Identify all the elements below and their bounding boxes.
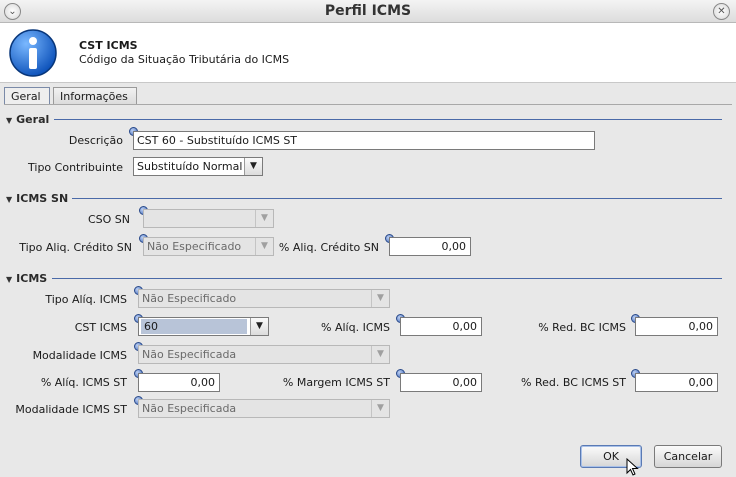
cst-icms-select[interactable]: 60 ▼ bbox=[138, 317, 269, 336]
window-title: Perfil ICMS bbox=[324, 3, 412, 19]
dropdown-arrow-icon[interactable]: ▼ bbox=[244, 158, 262, 175]
modalidade-icms-st-select[interactable]: Não Especificada ▼ bbox=[138, 399, 390, 418]
header-subtitle: Código da Situação Tributária do ICMS bbox=[79, 53, 290, 66]
title-bar: ⌄ Perfil ICMS ✕ bbox=[0, 0, 736, 23]
dropdown-arrow-icon[interactable]: ▼ bbox=[371, 400, 389, 417]
red-bc-icms-st-label: % Red. BC ICMS ST bbox=[521, 376, 626, 389]
section-icms-sn-title: ICMS SN bbox=[16, 192, 69, 205]
red-bc-icms-st-input[interactable]: 0,00 bbox=[635, 373, 718, 392]
dropdown-arrow-icon[interactable]: ▼ bbox=[371, 346, 389, 363]
margem-icms-st-input[interactable]: 0,00 bbox=[400, 373, 482, 392]
cancel-button[interactable]: Cancelar bbox=[654, 445, 722, 468]
modalidade-icms-st-value: Não Especificada bbox=[142, 402, 237, 415]
mouse-cursor-icon bbox=[626, 458, 639, 476]
close-icon[interactable]: ✕ bbox=[713, 3, 730, 20]
section-icms-header[interactable]: ▼ ICMS bbox=[6, 272, 47, 286]
tipo-aliq-icms-label: Tipo Alíq. ICMS bbox=[45, 293, 127, 306]
descricao-label: Descrição bbox=[68, 134, 123, 147]
perc-aliq-credito-sn-input[interactable]: 0,00 bbox=[389, 237, 471, 256]
margem-icms-st-label: % Margem ICMS ST bbox=[282, 376, 390, 389]
descricao-input[interactable]: CST 60 - Substituído ICMS ST bbox=[133, 131, 595, 150]
dropdown-arrow-icon[interactable]: ▼ bbox=[250, 318, 268, 335]
info-icon bbox=[9, 29, 57, 77]
section-divider bbox=[72, 198, 722, 199]
aliq-icms-st-input[interactable]: 0,00 bbox=[138, 373, 220, 392]
tab-geral[interactable]: Geral bbox=[4, 87, 50, 105]
cso-sn-select[interactable]: ▼ bbox=[143, 209, 274, 228]
dropdown-arrow-icon[interactable]: ▼ bbox=[255, 210, 273, 227]
section-icms-sn-header[interactable]: ▼ ICMS SN bbox=[6, 192, 68, 206]
tipo-aliq-icms-select[interactable]: Não Especificado ▼ bbox=[138, 289, 390, 308]
section-divider bbox=[54, 119, 722, 120]
modalidade-icms-value: Não Especificada bbox=[142, 348, 237, 361]
aliq-icms-input[interactable]: 0,00 bbox=[400, 317, 482, 336]
modalidade-icms-label: Modalidade ICMS bbox=[32, 349, 127, 362]
section-divider bbox=[52, 278, 722, 279]
tipo-aliq-icms-value: Não Especificado bbox=[142, 292, 237, 305]
tipo-aliq-credito-sn-value: Não Especificado bbox=[147, 240, 242, 253]
aliq-icms-st-label: % Alíq. ICMS ST bbox=[40, 376, 127, 389]
tab-informacoes[interactable]: Informações bbox=[53, 87, 137, 105]
red-bc-icms-label: % Red. BC ICMS bbox=[538, 321, 626, 334]
dropdown-arrow-icon[interactable]: ▼ bbox=[255, 238, 273, 255]
dialog-header: CST ICMS Código da Situação Tributária d… bbox=[0, 23, 736, 83]
tipo-contribuinte-label: Tipo Contribuinte bbox=[28, 161, 123, 174]
cst-icms-value: 60 bbox=[141, 319, 247, 334]
tipo-aliq-credito-sn-select[interactable]: Não Especificado ▼ bbox=[143, 237, 274, 256]
section-geral-title: Geral bbox=[16, 113, 50, 126]
collapse-triangle-icon: ▼ bbox=[6, 275, 13, 284]
cst-icms-label: CST ICMS bbox=[74, 321, 127, 334]
section-geral-header[interactable]: ▼ Geral bbox=[6, 113, 49, 127]
collapse-triangle-icon: ▼ bbox=[6, 116, 13, 125]
section-icms-title: ICMS bbox=[16, 272, 48, 285]
aliq-icms-label: % Alíq. ICMS bbox=[321, 321, 390, 334]
red-bc-icms-input[interactable]: 0,00 bbox=[635, 317, 718, 336]
tipo-contribuinte-select[interactable]: Substituído Normal ▼ bbox=[133, 157, 263, 176]
dropdown-arrow-icon[interactable]: ▼ bbox=[371, 290, 389, 307]
perc-aliq-credito-sn-label: % Aliq. Crédito SN bbox=[278, 241, 379, 254]
collapse-triangle-icon: ▼ bbox=[6, 195, 13, 204]
tipo-contribuinte-value: Substituído Normal bbox=[137, 160, 243, 173]
tipo-aliq-credito-sn-label: Tipo Aliq. Crédito SN bbox=[19, 241, 132, 254]
header-title: CST ICMS bbox=[79, 39, 138, 52]
modalidade-icms-select[interactable]: Não Especificada ▼ bbox=[138, 345, 390, 364]
cso-sn-label: CSO SN bbox=[87, 213, 130, 226]
modalidade-icms-st-label: Modalidade ICMS ST bbox=[15, 403, 127, 416]
